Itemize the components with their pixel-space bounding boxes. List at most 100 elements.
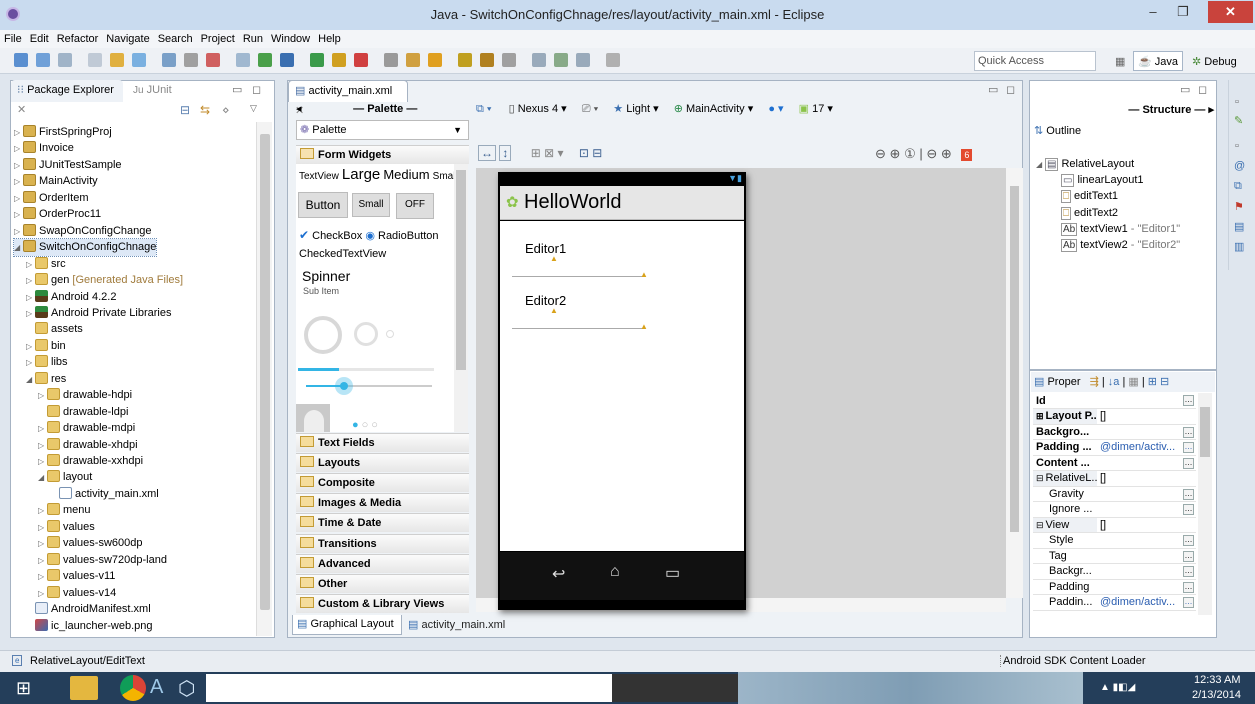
- property-row[interactable]: Backgro...…: [1033, 424, 1196, 440]
- package-explorer-scrollbar[interactable]: [256, 122, 272, 636]
- property-value[interactable]: @dimen/activ...…: [1097, 594, 1196, 611]
- editor-minimize-icon[interactable]: ▭: [988, 83, 998, 96]
- categories-icon[interactable]: ⇶: [1090, 376, 1099, 388]
- expand-all-icon[interactable]: ⊞: [1148, 376, 1157, 388]
- edit-value-icon[interactable]: …: [1183, 504, 1194, 515]
- align-left-icon[interactable]: ⊡: [579, 146, 589, 160]
- palette-category[interactable]: Composite: [296, 473, 469, 493]
- menu-edit[interactable]: Edit: [26, 30, 53, 48]
- tab-xml-source[interactable]: ▤ activity_main.xml: [404, 616, 514, 634]
- collapse-all-icon[interactable]: ⊟: [1160, 376, 1169, 388]
- property-row[interactable]: Padding…: [1033, 579, 1196, 595]
- activity-dropdown[interactable]: ⊕ MainActivity ▾: [674, 103, 754, 115]
- advanced-icon[interactable]: ▦: [1128, 376, 1138, 388]
- property-row[interactable]: Style…: [1033, 532, 1196, 549]
- collapsed-icon[interactable]: ▷: [38, 453, 47, 470]
- expanded-icon[interactable]: ◢: [1036, 156, 1045, 173]
- widget-checked-textview[interactable]: CheckedTextView: [299, 248, 386, 260]
- property-value[interactable]: …: [1097, 455, 1196, 471]
- outline-item[interactable]: ⎕ editText2: [1052, 205, 1118, 222]
- property-row[interactable]: Ignore ...…: [1033, 501, 1196, 518]
- property-value[interactable]: …: [1097, 486, 1196, 502]
- collapsed-icon[interactable]: ▷: [38, 502, 47, 519]
- save-all-icon[interactable]: [58, 53, 72, 67]
- margins-icon[interactable]: ⊞: [531, 146, 541, 160]
- collapsed-icon[interactable]: ▷: [26, 354, 35, 371]
- textview2[interactable]: Editor2: [525, 293, 566, 308]
- chrome-icon[interactable]: [120, 675, 146, 701]
- pin-icon[interactable]: [554, 53, 568, 67]
- tab-junit[interactable]: Ju JUnit: [133, 84, 172, 96]
- widget-toggle-button[interactable]: OFF: [396, 193, 434, 219]
- palette-category[interactable]: Time & Date: [296, 513, 469, 533]
- collapsed-icon[interactable]: ▷: [38, 519, 47, 536]
- seekbar-track[interactable]: [306, 377, 432, 395]
- scrollbar-thumb[interactable]: [260, 134, 270, 610]
- collapsed-icon[interactable]: ▷: [14, 157, 23, 174]
- tree-item[interactable]: drawable-ldpi: [38, 404, 128, 421]
- menu-file[interactable]: File: [0, 30, 26, 48]
- new-wizard-icon[interactable]: [206, 53, 220, 67]
- outline-item[interactable]: Ab textView1 - "Editor1": [1052, 221, 1180, 238]
- start-button-icon[interactable]: ⊞: [16, 678, 42, 698]
- menu-help[interactable]: Help: [314, 30, 345, 48]
- property-value[interactable]: …: [1097, 579, 1196, 595]
- debug-icon[interactable]: [258, 53, 272, 67]
- menu-run[interactable]: Run: [239, 30, 267, 48]
- tree-item[interactable]: ▷ gen [Generated Java Files]: [26, 272, 183, 289]
- tree-item[interactable]: ▷ bin: [26, 338, 66, 355]
- collapsed-icon[interactable]: ▷: [26, 305, 35, 322]
- annotation-icon[interactable]: [428, 53, 442, 67]
- external-tools-icon[interactable]: [354, 53, 368, 67]
- progress-large-icon[interactable]: [304, 316, 342, 354]
- progress-small-icon[interactable]: [386, 330, 394, 338]
- property-row[interactable]: ⊞ Layout P...[]: [1033, 408, 1196, 425]
- tree-item[interactable]: ▷ values-sw720dp-land: [38, 552, 167, 569]
- palette-category[interactable]: Transitions: [296, 533, 469, 553]
- link-editor-icon[interactable]: ⇆: [200, 103, 210, 117]
- outline-maximize-icon[interactable]: ◻: [1198, 83, 1207, 96]
- minimize-view-icon[interactable]: ▭: [232, 83, 242, 96]
- edit-value-icon[interactable]: …: [1183, 581, 1194, 593]
- edit-value-icon[interactable]: …: [1183, 426, 1194, 438]
- gravity-icon[interactable]: ⊠ ▾: [544, 146, 563, 160]
- collapsed-icon[interactable]: ▷: [14, 206, 23, 223]
- open-perspective-icon[interactable]: ▦: [1110, 51, 1130, 71]
- collapse-icon[interactable]: ⊟: [1036, 473, 1044, 483]
- collapsed-icon[interactable]: ▷: [26, 272, 35, 289]
- collapsed-icon[interactable]: ▷: [38, 420, 47, 437]
- maximize-button[interactable]: ❐: [1172, 1, 1194, 23]
- tree-item[interactable]: AndroidManifest.xml: [26, 601, 151, 618]
- edittext1[interactable]: [512, 276, 644, 277]
- task-icon[interactable]: ✎: [1234, 114, 1243, 127]
- perspective-debug-button[interactable]: ✲ Debug: [1187, 51, 1242, 71]
- tree-item[interactable]: ▷ drawable-xhdpi: [38, 437, 138, 454]
- widget-spinner[interactable]: Spinner: [302, 268, 350, 284]
- zoom-real-icon[interactable]: ⊕: [890, 146, 901, 161]
- collapsed-icon[interactable]: ▷: [38, 552, 47, 569]
- zoom-out-icon[interactable]: ⊖: [926, 146, 937, 161]
- quick-contact-badge[interactable]: [296, 404, 330, 432]
- property-row[interactable]: Padding ... @dimen/activ...…: [1033, 439, 1196, 456]
- palette-category[interactable]: Text Fields: [296, 433, 469, 452]
- property-value[interactable]: []: [1097, 517, 1196, 533]
- property-value[interactable]: []: [1097, 408, 1196, 425]
- restore-icon[interactable]: ▫: [1235, 140, 1239, 152]
- textview-row[interactable]: TextView Large Medium Small: [299, 166, 454, 183]
- tree-item[interactable]: ▷ drawable-xxhdpi: [38, 453, 143, 470]
- close-button[interactable]: ✕: [1208, 1, 1253, 23]
- run-icon[interactable]: [280, 53, 294, 67]
- ie-icon[interactable]: ⬡: [178, 676, 202, 700]
- outline-icon[interactable]: [606, 53, 620, 67]
- perspective-java-button[interactable]: ☕ Java: [1133, 51, 1184, 71]
- clock-date[interactable]: 2/13/2014: [1192, 689, 1241, 701]
- tree-item[interactable]: ▷ FirstSpringProj: [14, 124, 112, 141]
- property-value[interactable]: …: [1097, 563, 1196, 580]
- quick-access-input[interactable]: Quick Access: [974, 51, 1096, 71]
- tab-package-explorer[interactable]: ⁝⁝ Package Explorer ✕: [11, 80, 123, 116]
- property-row[interactable]: ⊟ RelativeL...[]: [1033, 470, 1196, 487]
- palette-category[interactable]: Custom & Library Views: [296, 593, 469, 613]
- tree-item[interactable]: ▷ OrderProc11: [14, 206, 101, 223]
- expanded-icon[interactable]: ◢: [26, 371, 35, 388]
- lint-warnings-badge[interactable]: 6: [961, 149, 973, 161]
